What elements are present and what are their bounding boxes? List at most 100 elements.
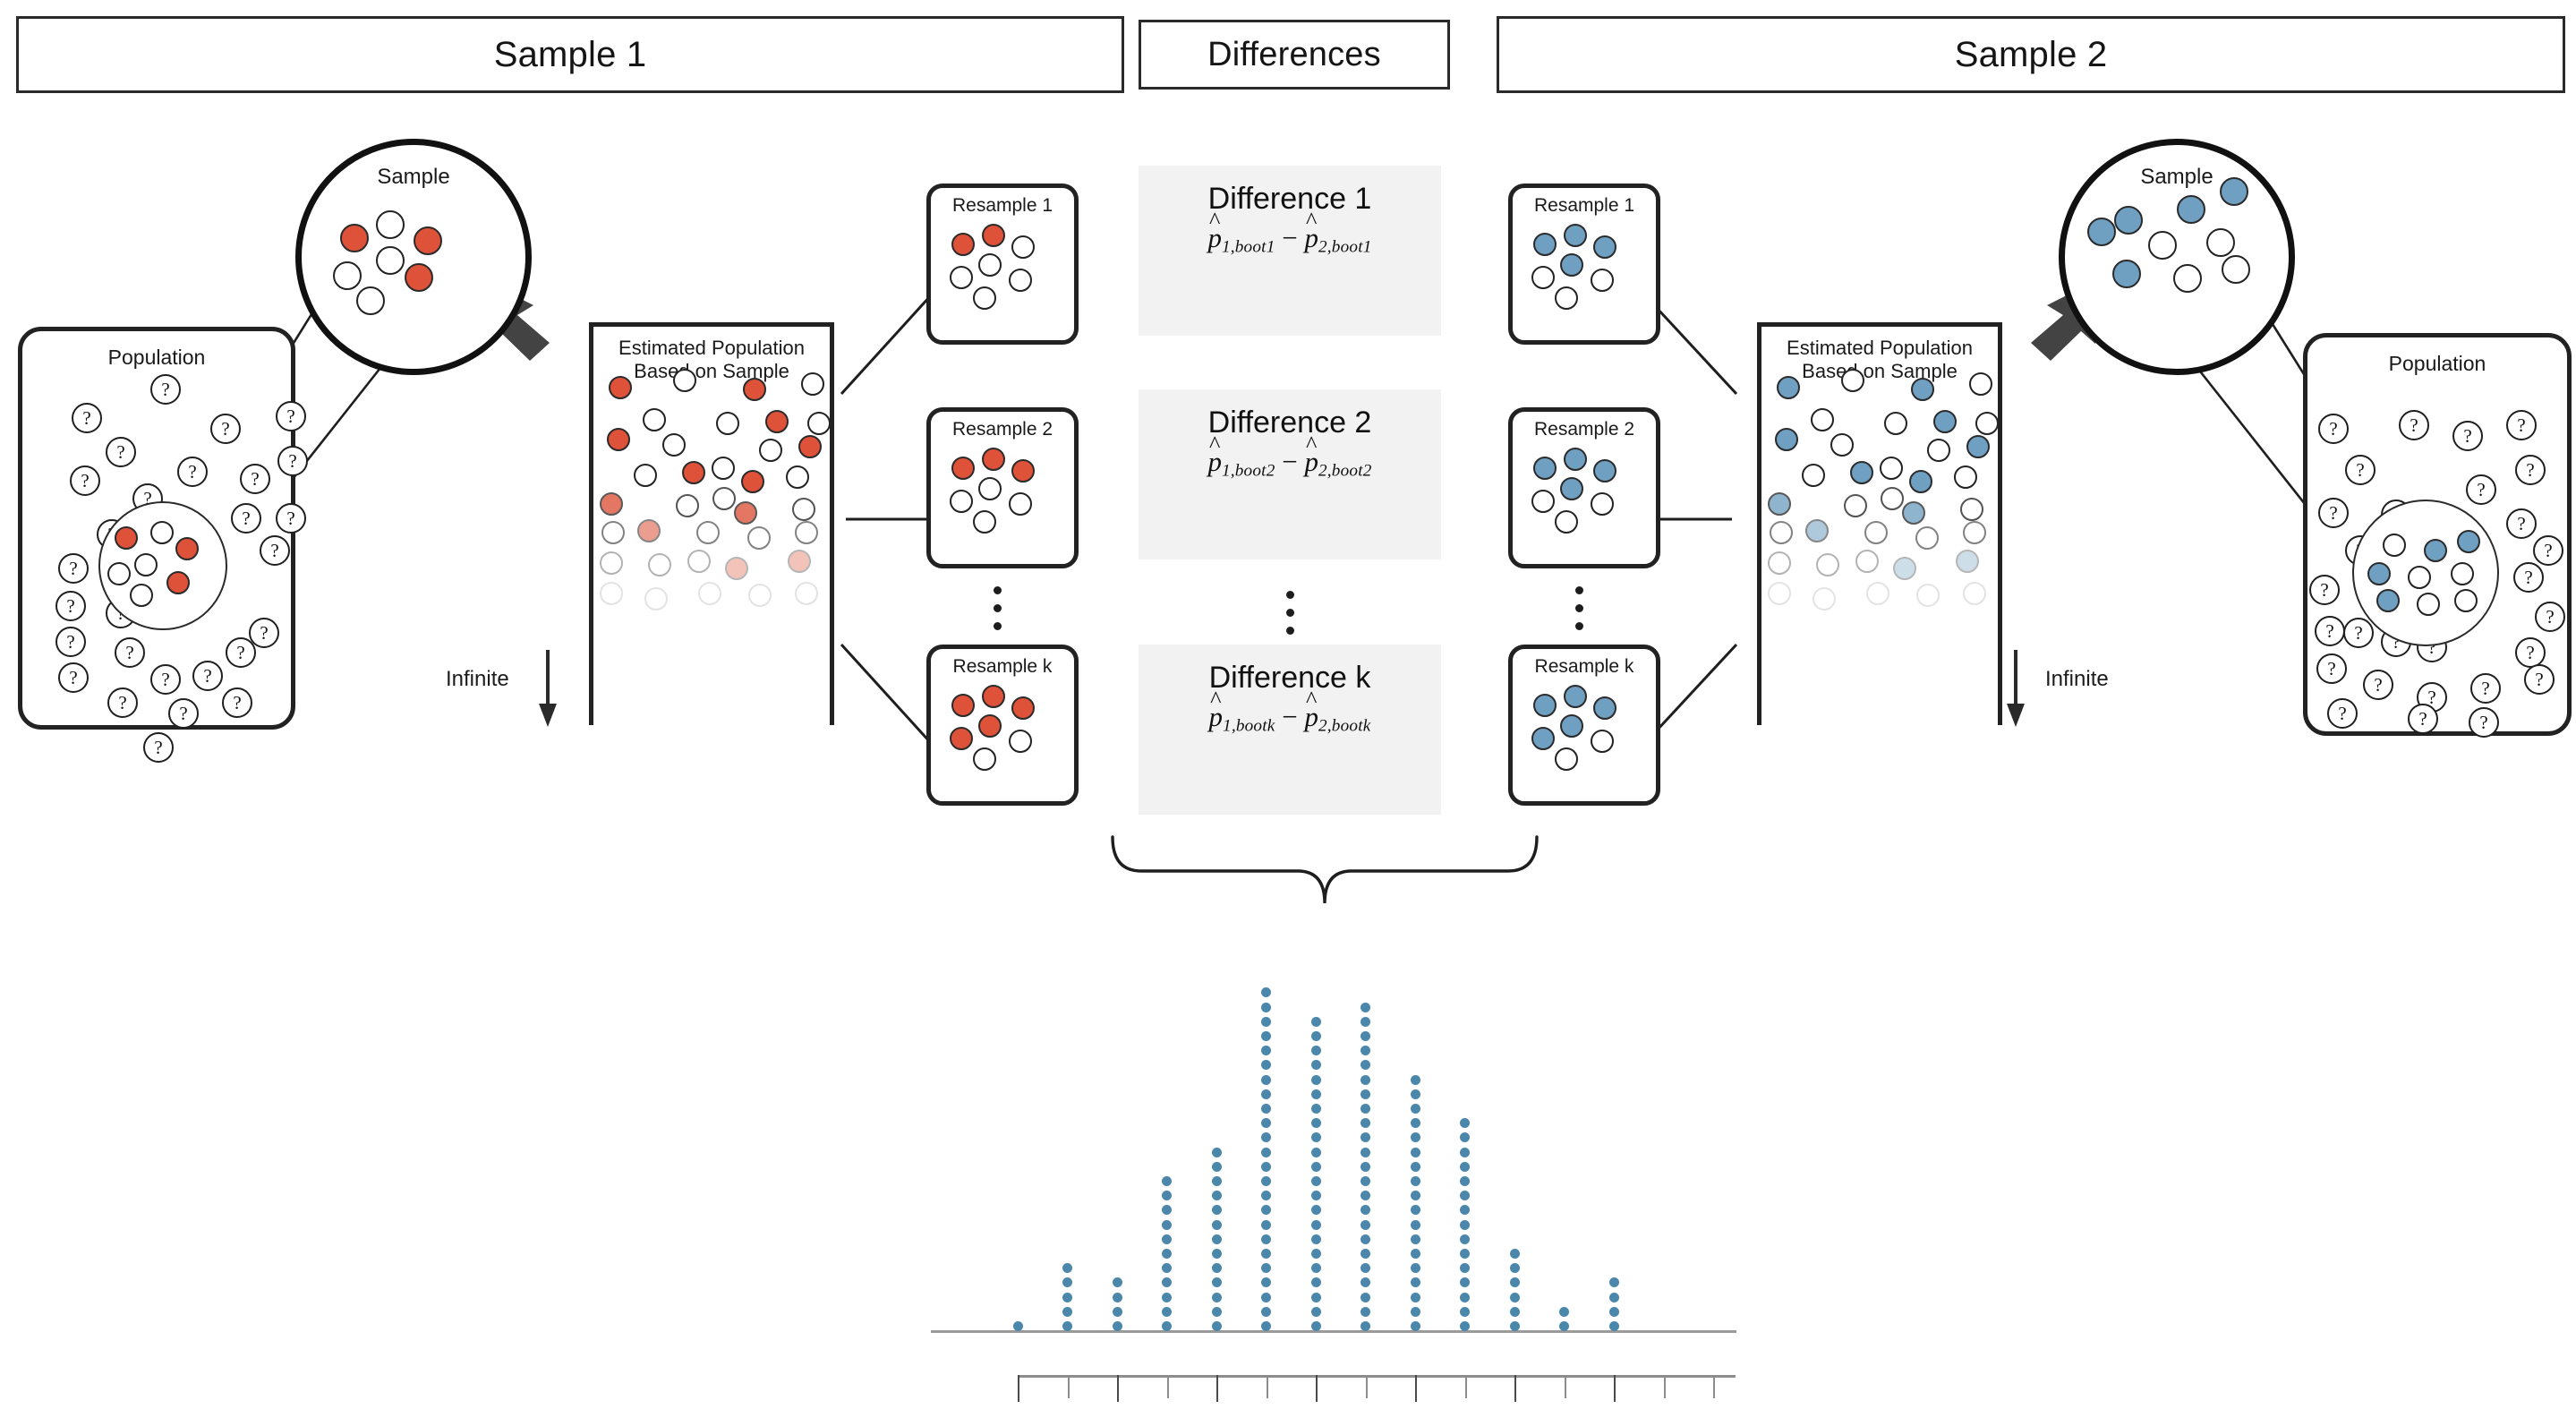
dotplot-dot-0.2-8 <box>1410 1219 1420 1230</box>
estimated-population-left-dot-r3c4 <box>798 435 822 458</box>
difference-subscript-1-left: 1,boot1 <box>1221 237 1275 257</box>
dotplot-dot-0.3-3 <box>1460 1292 1470 1302</box>
dotplot-dot-0.6-3 <box>1608 1292 1619 1302</box>
population-label-right: Population <box>2388 352 2486 375</box>
dotplot-tick-0.5 <box>1564 1375 1566 1398</box>
dotplot-dot-0.1-4 <box>1361 1277 1370 1288</box>
population-token-left-23: ? <box>226 637 256 668</box>
resample-left-1-dot-1 <box>951 233 975 256</box>
population-token-left-15: ? <box>260 535 290 566</box>
population-token-left-19: ? <box>115 637 145 668</box>
population-token-right-28: ? <box>2469 707 2499 738</box>
dotplot-dot-0.4-2 <box>1509 1306 1520 1317</box>
estimated-population-right-dot-r5c2 <box>1844 494 1867 517</box>
dotplot-dot--0.2-6 <box>1211 1249 1222 1259</box>
dotplot-dot--0.1-13 <box>1261 1147 1271 1157</box>
dotplot-dot-0.1-11 <box>1361 1176 1370 1186</box>
infinite-arrow-left <box>539 650 557 727</box>
estimated-population-left-dot-r6c1 <box>601 521 625 544</box>
dotplot-dot-0.3-7 <box>1460 1234 1470 1244</box>
dotplot-dot--0.2-9 <box>1211 1205 1222 1216</box>
difference-tile-1: Difference 1 ^ p1,boot1 − ^ p2,boot1 <box>1139 166 1441 336</box>
population-token-right-1: ? <box>2318 414 2349 444</box>
dotplot-dot-0.2-18 <box>1410 1074 1420 1085</box>
estimated-population-right-dot-r7c3 <box>1855 550 1879 573</box>
resample-right-k-dot-2 <box>1564 685 1587 708</box>
dotplot-dot--0.2-13 <box>1211 1147 1222 1157</box>
population-token-left-21: ? <box>150 664 181 695</box>
estimated-population-left-dot-r1c2 <box>673 369 696 392</box>
estimated-population-right-dot-r1c1 <box>1777 376 1800 399</box>
dotplot-dot--0.1-12 <box>1261 1161 1271 1172</box>
dotplot-dot--0.1-18 <box>1261 1074 1271 1085</box>
banner-sample-2-label: Sample 2 <box>1954 34 2108 74</box>
dotplot-dot--0.1-21 <box>1261 1031 1271 1041</box>
resample-left-k-dot-4 <box>978 714 1002 738</box>
dotplot-tick--0.4 <box>1117 1375 1119 1402</box>
population-token-right-18: ? <box>2515 637 2546 668</box>
difference-tile-2: Difference 2 ^ p1,boot2 − ^ p2,boot2 <box>1139 389 1441 559</box>
population-sample-dot-left-5 <box>107 562 131 585</box>
dotplot-dot--0.3-2 <box>1162 1306 1172 1317</box>
dotplot-dot--0.1-15 <box>1261 1118 1271 1129</box>
resample-left-1-dot-2 <box>982 224 1005 247</box>
estimated-population-right-dot-r6c5 <box>1963 521 1986 544</box>
estimated-population-right-dot-r2c3 <box>1933 410 1957 433</box>
population-sample-dot-right-8 <box>2417 593 2440 616</box>
estimated-population-right-dot-r5c1 <box>1768 492 1791 516</box>
dotplot-tick--0.5 <box>1067 1375 1070 1398</box>
resample-right-k-dot-1 <box>1533 694 1557 717</box>
resample-left-k-dot-3 <box>1011 696 1035 720</box>
estimated-population-right-dot-r4c3 <box>1880 457 1903 480</box>
population-token-left-27: ? <box>222 687 252 718</box>
minus-symbol-1: − <box>1282 222 1298 253</box>
dotplot-dot-0.2-15 <box>1410 1118 1420 1129</box>
banner-sample-2: Sample 2 <box>1497 16 2565 93</box>
dotplot-dot-0.1-3 <box>1361 1292 1370 1302</box>
population-token-left-22: ? <box>192 661 223 691</box>
dotplot-dot-0.3-9 <box>1460 1205 1470 1216</box>
estimated-population-right-dot-r7c2 <box>1816 553 1839 576</box>
dotplot-dot-0-9 <box>1310 1205 1321 1216</box>
population-token-right-17: ? <box>2535 602 2565 632</box>
difference-formula-1: ^ p1,boot1 − ^ p2,boot1 <box>1207 207 1372 257</box>
estimated-population-right-dot-r5c4 <box>1902 501 1925 525</box>
resample-left-k-dot-7 <box>973 747 996 771</box>
dotplot-dot--0.3-4 <box>1162 1277 1172 1288</box>
dotplot-dot-0.4-1 <box>1509 1321 1520 1331</box>
population-token-right-4: ? <box>2506 410 2537 440</box>
estimated-population-left-dot-r8c4 <box>748 584 772 607</box>
estimated-population-left-dot-r7c3 <box>687 550 711 573</box>
resample-right-k-dot-3 <box>1593 696 1616 720</box>
estimated-population-left-dot-r6c3 <box>696 521 720 544</box>
dotplot-dot-0.6-2 <box>1608 1306 1619 1317</box>
population-sample-dot-left-4 <box>134 553 158 576</box>
dotplot-dot-0.1-15 <box>1361 1118 1370 1129</box>
vertical-ellipsis-center <box>1286 591 1294 635</box>
resample-left-1-dot-5 <box>950 266 973 289</box>
resample-card-right-1: Resample 1 <box>1508 184 1660 345</box>
population-token-left-24: ? <box>58 662 89 693</box>
population-sample-dot-right-4 <box>2367 562 2391 585</box>
resample-right-1-dot-3 <box>1593 235 1616 259</box>
estimated-population-left-dot-r1c1 <box>609 376 632 399</box>
dotplot-dot--0.1-2 <box>1261 1306 1271 1317</box>
estimated-population-right-dot-r4c5 <box>1954 465 1977 489</box>
population-token-right-6: ? <box>2515 455 2546 485</box>
sample-magnifier-right: Sample <box>2059 139 2295 375</box>
dotplot-dot--0.1-23 <box>1261 1002 1271 1012</box>
dotplot-dot-0.2-13 <box>1410 1147 1420 1157</box>
dotplot-dot-0-21 <box>1310 1031 1321 1041</box>
difference-formula-2: ^ p1,boot2 − ^ p2,boot2 <box>1207 431 1372 481</box>
difference-subscript-k-left: 1,bootk <box>1223 716 1275 736</box>
sample-dot-left-1 <box>340 224 369 252</box>
hat-symbol-1a: ^ <box>1209 207 1221 234</box>
difference-title-1: Difference 1 <box>1207 182 1372 216</box>
difference-subscript-2-left: 1,boot2 <box>1221 461 1275 481</box>
dotplot-dot-0.3-11 <box>1460 1176 1470 1186</box>
resample-left-2-dot-5 <box>950 490 973 513</box>
dotplot-dot-0.3-12 <box>1460 1161 1470 1172</box>
resample-card-right-2: Resample 2 <box>1508 407 1660 568</box>
resample-right-k-dot-5 <box>1531 727 1555 750</box>
estimated-population-left-dot-r8c1 <box>600 582 623 605</box>
